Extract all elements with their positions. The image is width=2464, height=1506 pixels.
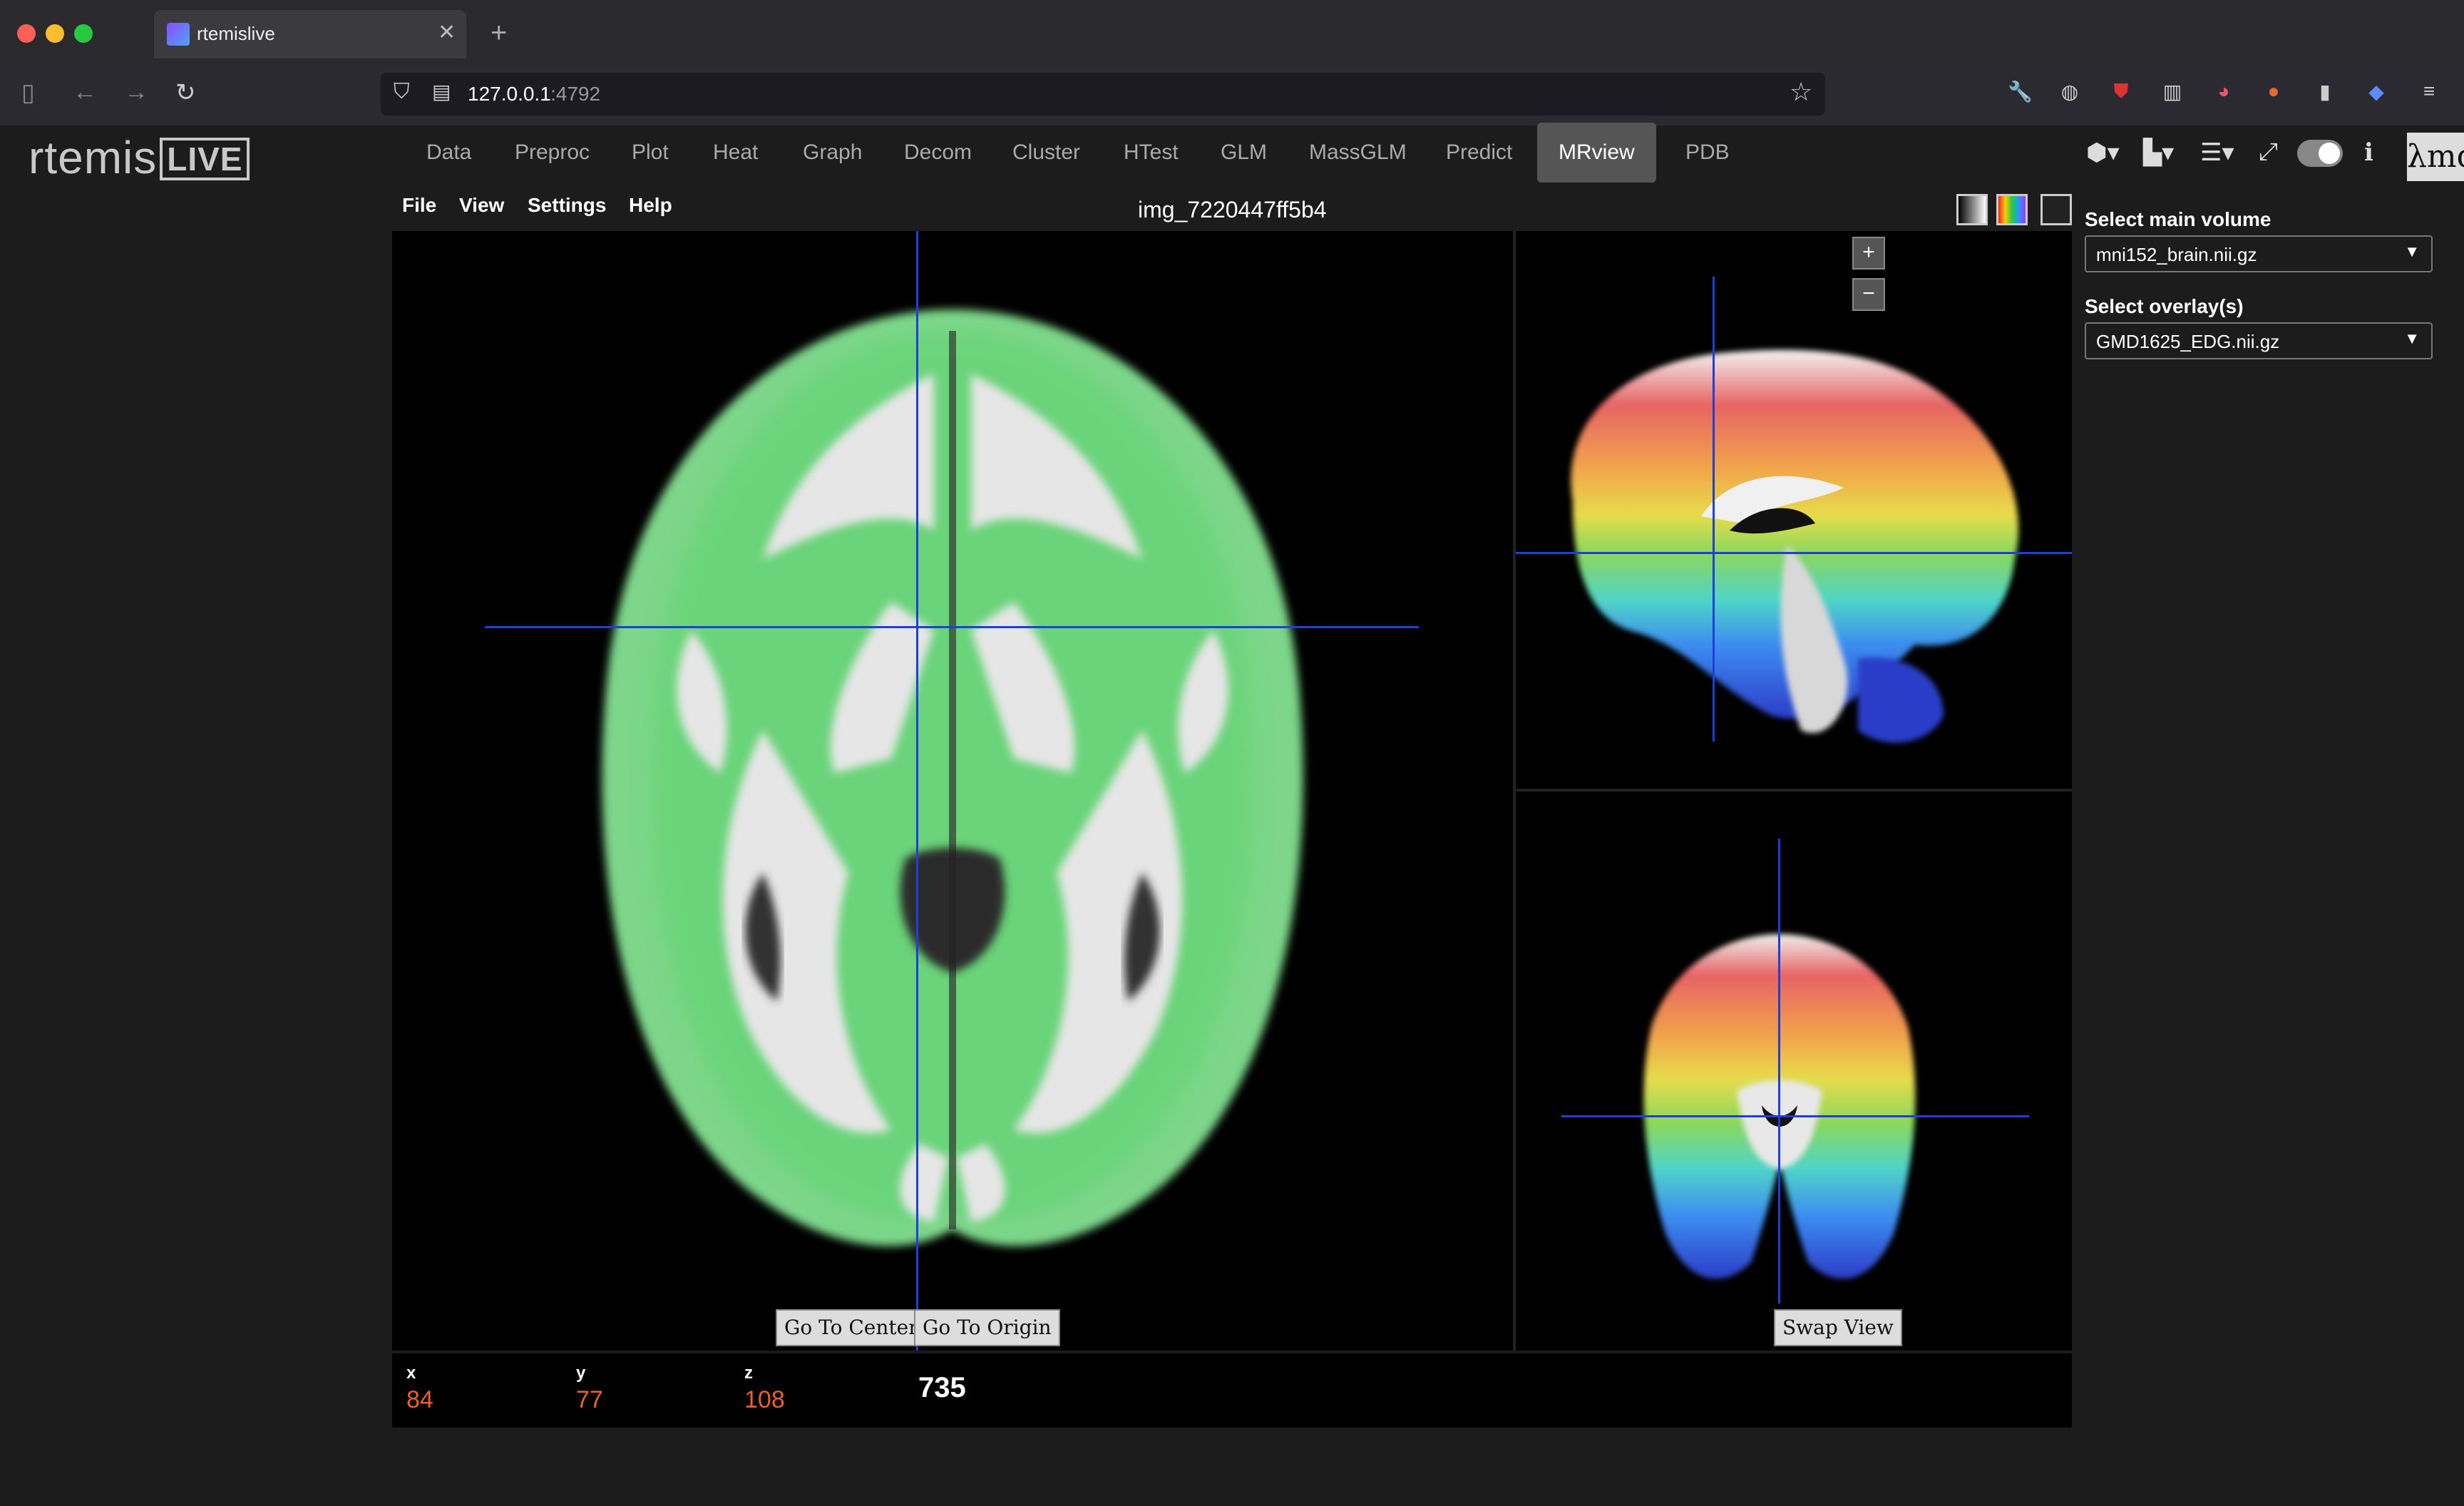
logo-badge: LIVE — [160, 138, 250, 180]
y-value: 77 — [576, 1386, 603, 1413]
nav-tab-decom[interactable]: Decom — [883, 123, 993, 183]
maximize-window-button[interactable] — [74, 24, 93, 43]
nav-tab-massglm[interactable]: MassGLM — [1288, 123, 1428, 183]
layout-icon[interactable] — [2040, 194, 2072, 225]
cube-dropdown-icon[interactable]: ⬢▾ — [2086, 138, 2120, 167]
url-port: :4792 — [550, 83, 601, 105]
coordinates-panel — [392, 1353, 2072, 1428]
coronal-crosshair-horizontal — [1561, 1115, 2029, 1117]
rainbow-colormap-icon[interactable] — [1996, 194, 2028, 225]
duckduckgo-icon[interactable]: ● — [2262, 80, 2286, 104]
extension-globe-icon[interactable]: ◍ — [2058, 80, 2082, 104]
nav-tab-pdb[interactable]: PDB — [1664, 123, 1751, 183]
main-volume-select[interactable]: mni152_brain.nii.gz ▼ — [2085, 235, 2433, 272]
go-to-origin-button[interactable]: Go To Origin — [914, 1309, 1060, 1346]
nav-tab-cluster[interactable]: Cluster — [991, 123, 1102, 183]
toggle-knob — [2319, 143, 2340, 164]
chevron-down-icon: ▼ — [2404, 329, 2420, 347]
swap-view-button[interactable]: Swap View — [1774, 1309, 1902, 1346]
x-label: x — [406, 1363, 416, 1383]
nav-tab-htest[interactable]: HTest — [1102, 123, 1200, 183]
ublock-icon[interactable]: ⛊ — [2109, 80, 2133, 104]
minimize-window-button[interactable] — [46, 24, 64, 43]
logo-text: rtemis — [29, 132, 158, 183]
go-to-center-button[interactable]: Go To Center — [776, 1309, 927, 1346]
sagittal-brain-image[interactable] — [1516, 231, 2072, 789]
sagittal-crosshair-horizontal — [1516, 552, 2072, 554]
sidebar-toggle-icon[interactable]: ▯ — [21, 78, 35, 107]
nav-tab-preproc[interactable]: Preproc — [493, 123, 611, 183]
coronal-crosshair-vertical — [1778, 839, 1780, 1303]
overlay-label: Select overlay(s) — [2085, 295, 2244, 317]
coronal-brain-image[interactable] — [1516, 792, 2072, 1351]
new-tab-icon[interactable]: + — [491, 17, 507, 49]
menu-file[interactable]: File — [402, 194, 436, 217]
extension-grid-icon[interactable]: ▥ — [2160, 80, 2185, 104]
axial-brain-image[interactable] — [392, 231, 1513, 1351]
nav-tab-plot[interactable]: Plot — [610, 123, 690, 183]
z-label: z — [744, 1363, 753, 1383]
nav-tab-data[interactable]: Data — [405, 123, 493, 183]
tab-favicon-icon — [167, 23, 190, 46]
info-icon[interactable]: ℹ — [2364, 138, 2373, 167]
sagittal-crosshair-vertical — [1713, 277, 1715, 742]
axial-crosshair-vertical — [916, 231, 918, 1351]
extension-diamond-icon[interactable]: ◆ — [2364, 80, 2388, 104]
expand-icon[interactable]: ⤢ — [2259, 138, 2278, 166]
y-label: y — [576, 1363, 586, 1383]
nav-tab-predict[interactable]: Predict — [1424, 123, 1534, 183]
back-icon[interactable]: ← — [73, 78, 97, 106]
page-icon: ▤ — [432, 81, 451, 103]
wrench-icon[interactable]: 🔧 — [2008, 80, 2033, 104]
bookmark-star-icon[interactable]: ☆ — [1790, 77, 1812, 107]
overlay-value: GMD1625_EDG.nii.gz — [2096, 331, 2280, 352]
chevron-down-icon: ▼ — [2404, 242, 2420, 260]
tab-title: rtemislive — [197, 23, 275, 44]
overlay-select[interactable]: GMD1625_EDG.nii.gz ▼ — [2085, 322, 2433, 359]
reader-icon[interactable]: ▮ — [2313, 80, 2337, 104]
main-volume-value: mni152_brain.nii.gz — [2096, 244, 2257, 265]
main-volume-label: Select main volume — [2085, 208, 2272, 230]
axial-crosshair-horizontal — [485, 626, 1419, 628]
image-name: img_7220447ff5b4 — [1138, 197, 1327, 222]
z-value: 108 — [744, 1386, 785, 1413]
nav-tab-heat[interactable]: Heat — [692, 123, 779, 183]
list-dropdown-icon[interactable]: ☰▾ — [2200, 138, 2234, 167]
reload-icon[interactable]: ↻ — [175, 78, 196, 107]
lambda-badge[interactable]: λmd — [2407, 133, 2464, 181]
nav-tab-glm[interactable]: GLM — [1199, 123, 1288, 183]
menu-settings[interactable]: Settings — [528, 194, 606, 217]
zoom-out-button[interactable]: − — [1852, 278, 1885, 311]
zoom-in-button[interactable]: + — [1852, 237, 1885, 270]
close-window-button[interactable] — [17, 24, 36, 43]
app-logo: rtemis LIVE — [29, 131, 250, 184]
forward-icon[interactable]: → — [124, 78, 148, 106]
intensity-value: 735 — [918, 1372, 966, 1403]
shield-icon[interactable]: ⛉ — [394, 80, 410, 104]
chart-dropdown-icon[interactable]: ▙▾ — [2143, 138, 2174, 167]
extension-chart-icon[interactable]: ◕ — [2212, 80, 2236, 104]
menu-help[interactable]: Help — [629, 194, 672, 217]
menu-view[interactable]: View — [459, 194, 504, 217]
nav-tab-mrview[interactable]: MRview — [1537, 123, 1656, 183]
menu-icon[interactable]: ≡ — [2417, 80, 2441, 104]
x-value: 84 — [406, 1386, 433, 1413]
nav-tab-graph[interactable]: Graph — [781, 123, 883, 183]
grayscale-colormap-icon[interactable] — [1956, 194, 1988, 225]
tab-close-icon[interactable]: ✕ — [438, 20, 456, 45]
url-host: 127.0.0.1 — [468, 83, 551, 105]
